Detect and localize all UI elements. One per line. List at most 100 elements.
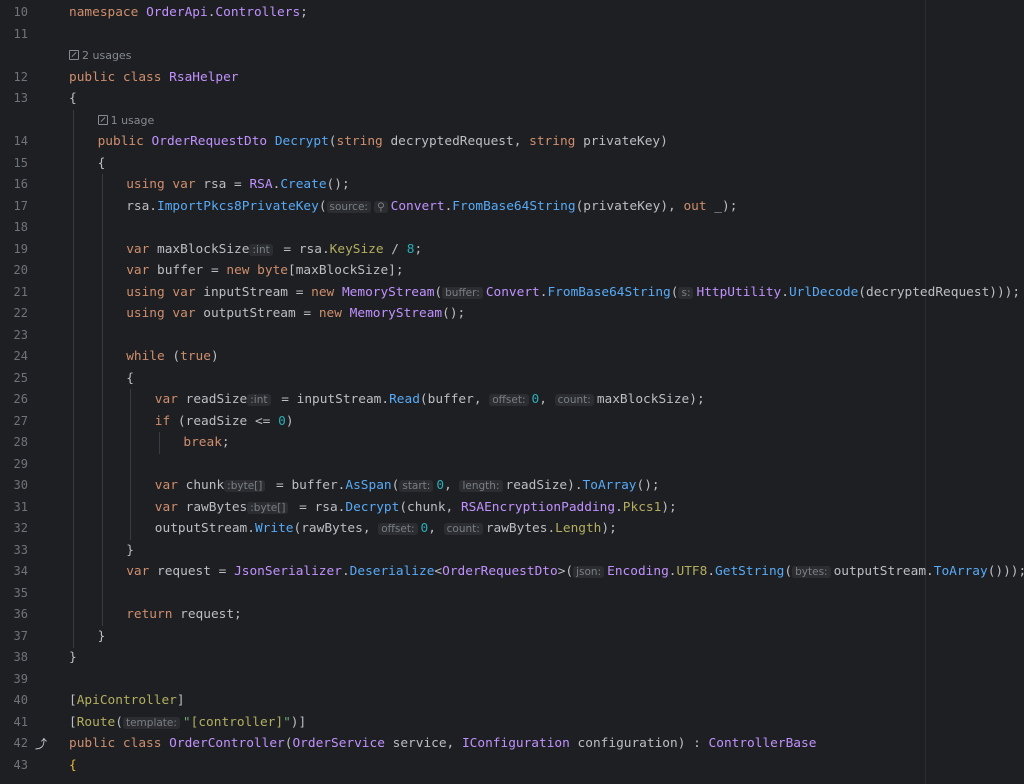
code-line[interactable]: 22 using var outputStream = new MemoryStr…	[0, 303, 1024, 325]
code-line[interactable]: 43 {	[0, 755, 1024, 776]
code-line[interactable]: 28 break;	[0, 432, 1024, 454]
indent-guide	[101, 346, 103, 368]
code-line[interactable]: 38}	[0, 647, 1024, 668]
code-line[interactable]: 13 {	[0, 88, 1024, 109]
indent-guide	[101, 367, 103, 390]
code-line[interactable]: 18	[0, 217, 1024, 239]
code-line[interactable]: 42 ⤴ public class OrderController(OrderSer…	[0, 733, 1024, 754]
line-number: 13	[13, 91, 28, 105]
code-line[interactable]: 25 {	[0, 367, 1024, 390]
line-number: 39	[13, 671, 28, 686]
code-line[interactable]: 33}	[0, 539, 1024, 562]
indent-guide	[101, 195, 103, 218]
code-line[interactable]: 16 using var rsa = RSA.Create();	[0, 174, 1024, 196]
indent-guide	[73, 324, 74, 347]
code-line[interactable]: 14 public OrderRequestDto Decrypt(string …	[0, 131, 1024, 153]
indent-guide	[101, 174, 103, 196]
indent-guide	[73, 174, 74, 196]
code-line[interactable]: 26 var readSize:int = inputStream.Read(bu…	[0, 389, 1024, 411]
code-text: using var inputStream = new MemoryStream…	[126, 284, 1021, 300]
indent-guide	[101, 238, 103, 261]
line-number: 42	[13, 736, 28, 750]
indent-guide	[73, 217, 74, 239]
indent-guide	[101, 496, 103, 519]
line-number: 20	[13, 263, 28, 277]
indent-guide	[101, 518, 103, 540]
indent-guide	[73, 109, 74, 132]
indent-guide	[101, 303, 103, 325]
line-number: 15	[13, 155, 28, 170]
code-line[interactable]: 10 namespace OrderApi.Controllers;	[0, 2, 1024, 23]
code-line[interactable]: 29	[0, 453, 1024, 476]
code-text: {	[97, 155, 106, 171]
usages-hint[interactable]: 2 usages	[69, 45, 131, 66]
code-line[interactable]: 37}	[0, 625, 1024, 648]
line-number: 28	[13, 435, 28, 449]
code-line[interactable]: 34 var request = JsonSerializer.Deseriali…	[0, 561, 1024, 583]
code-line[interactable]: 35	[0, 582, 1024, 605]
code-line[interactable]: 23	[0, 324, 1024, 347]
line-number: 22	[13, 306, 28, 320]
code-line[interactable]: 39	[0, 669, 1024, 690]
code-line[interactable]: 21 using var inputStream = new MemoryStre…	[0, 281, 1024, 304]
usages-hint[interactable]: 1 usage	[97, 110, 155, 131]
usages-label: 1 usage	[110, 113, 155, 127]
code-line[interactable]: 15 {	[0, 152, 1024, 175]
indent-guide	[73, 346, 74, 368]
indent-guide	[130, 518, 132, 540]
indent-guide	[130, 496, 132, 519]
line-number: 33	[13, 542, 28, 557]
line-number: 21	[13, 284, 28, 299]
gutter-implementations-icon[interactable]: ⤴	[35, 737, 49, 751]
indent-guide	[73, 582, 74, 605]
code-text: var maxBlockSize:int = rsa.KeySize / 8;	[126, 241, 423, 257]
code-line[interactable]: 32 outputStream.Write(rawBytes, offset: 0,…	[0, 518, 1024, 540]
code-line[interactable]: 30 var chunk:byte[] = buffer.AsSpan(start…	[0, 475, 1024, 497]
code-line[interactable]: 11	[0, 24, 1024, 45]
indent-guide	[73, 518, 74, 540]
code-text: [Route(template: "[controller]")]	[69, 714, 307, 730]
indent-guide	[130, 453, 132, 476]
code-text: }	[69, 650, 77, 665]
code-line[interactable]: 27 if (readSize <= 0)	[0, 410, 1024, 433]
code-text: [ApiController]	[69, 693, 185, 708]
code-line[interactable]: 12 public class RsaHelper	[0, 67, 1024, 88]
code-line[interactable]: 20 var buffer = new byte[maxBlockSize];	[0, 260, 1024, 282]
indent-guide	[73, 195, 74, 218]
code-line[interactable]: 41 [Route(template: "[controller]")]	[0, 712, 1024, 733]
code-line[interactable]: 36 return request;	[0, 604, 1024, 626]
code-text: var chunk:byte[] = buffer.AsSpan(start: 0…	[154, 478, 660, 493]
code-vision-usages[interactable]: 1 usage	[0, 109, 1024, 132]
indent-guide	[101, 561, 103, 583]
line-number: 36	[13, 607, 28, 621]
indent-guide	[73, 475, 74, 497]
indent-guide	[101, 539, 103, 562]
line-number: 19	[13, 241, 28, 256]
code-text: using var outputStream = new MemoryStrea…	[126, 306, 466, 321]
code-editor[interactable]: 10 namespace OrderApi.Controllers; 11 2 usa…	[0, 0, 1024, 784]
code-line[interactable]: 24 while (true)	[0, 346, 1024, 368]
code-text: rsa.ImportPkcs8PrivateKey(source: ⚲ Conver…	[126, 198, 738, 214]
code-line[interactable]: 17 rsa.ImportPkcs8PrivateKey(source: ⚲ Conv…	[0, 195, 1024, 218]
indent-guide	[130, 389, 132, 411]
code-line[interactable]: 31 var rawBytes:byte[] = rsa.Decrypt(chun…	[0, 496, 1024, 519]
line-number: 27	[13, 413, 28, 428]
indent-guide	[73, 303, 74, 325]
code-text: }	[97, 628, 106, 644]
code-line[interactable]: 19 var maxBlockSize:int = rsa.KeySize / 8…	[0, 238, 1024, 261]
indent-guide	[73, 281, 74, 304]
indent-guide	[73, 539, 74, 562]
line-number: 25	[13, 370, 28, 385]
code-vision-usages[interactable]: 2 usages	[0, 45, 1024, 66]
code-line[interactable]: 40 [ApiController]	[0, 690, 1024, 711]
usages-icon	[97, 114, 108, 125]
indent-guide	[73, 625, 74, 648]
indent-guide	[73, 389, 74, 411]
line-number: 17	[13, 198, 28, 213]
usages-label: 2 usages	[82, 49, 132, 62]
indent-guide	[73, 260, 74, 282]
indent-guide	[101, 324, 103, 347]
line-number: 18	[13, 220, 28, 234]
indent-guide	[130, 410, 132, 433]
code-text: while (true)	[126, 349, 219, 364]
